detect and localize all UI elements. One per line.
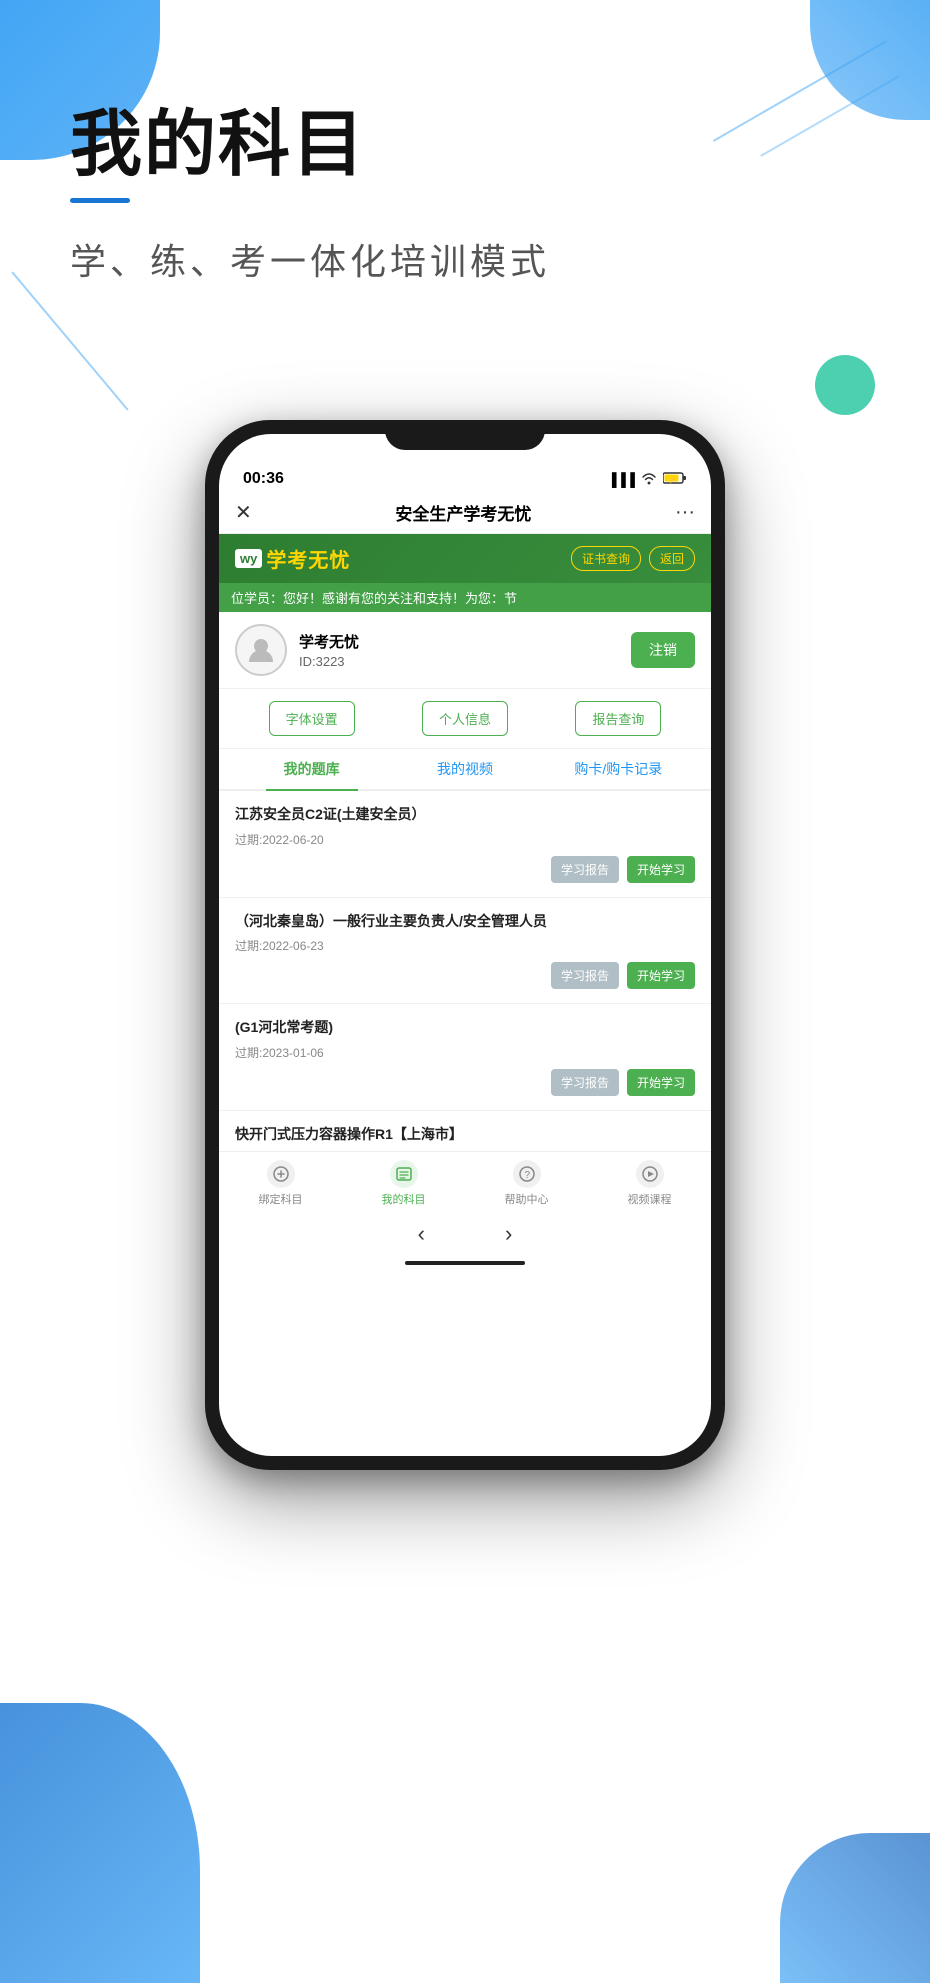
svg-text:?: ? [524, 1170, 530, 1181]
bg-shape-bottom-left [0, 1703, 200, 1983]
profile-info: 学考无忧 ID:3223 [299, 631, 359, 669]
page-subtitle: 学、练、考一体化培训模式 [70, 233, 550, 285]
phone-mockup: 00:36 ▐▐▐ [205, 420, 725, 1470]
tab-purchase[interactable]: 购卡/购卡记录 [542, 749, 695, 789]
subject-name-0: 江苏安全员C2证(土建安全员） [235, 805, 695, 825]
subject-name-2: (G1河北常考题) [235, 1018, 695, 1038]
tab-bar: 我的题库 我的视频 购卡/购卡记录 [219, 749, 711, 791]
page-header: 我的科目 学、练、考一体化培训模式 [70, 85, 550, 285]
subject-actions-2: 学习报告 开始学习 [235, 1069, 695, 1096]
report-query-button[interactable]: 报告查询 [575, 701, 661, 736]
close-icon[interactable]: ✕ [235, 500, 252, 525]
nav-label-video: 视频课程 [628, 1191, 672, 1207]
subject-expire-1: 过期:2022-06-23 [235, 937, 695, 954]
start-btn-2[interactable]: 开始学习 [627, 1069, 695, 1096]
bg-circle-green [815, 355, 875, 415]
app-bar: ✕ 安全生产学考无忧 ··· [219, 492, 711, 534]
profile-id: ID:3223 [299, 654, 359, 669]
app-bar-title: 安全生产学考无忧 [395, 500, 531, 525]
cert-query-button[interactable]: 证书查询 [571, 546, 641, 571]
font-settings-button[interactable]: 字体设置 [269, 701, 355, 736]
profile-section: 学考无忧 ID:3223 注销 [219, 612, 711, 689]
tab-my-videos[interactable]: 我的视频 [388, 749, 541, 789]
nav-label-help: 帮助中心 [505, 1191, 549, 1207]
start-btn-0[interactable]: 开始学习 [627, 856, 695, 883]
forward-arrow[interactable]: › [505, 1221, 512, 1247]
phone-notch [385, 420, 545, 450]
signal-icon: ▐▐▐ [607, 472, 635, 487]
subject-actions-0: 学习报告 开始学习 [235, 856, 695, 883]
my-subject-icon [390, 1160, 418, 1188]
bg-shape-top-right [810, 0, 930, 120]
more-icon[interactable]: ··· [675, 501, 695, 524]
report-btn-2[interactable]: 学习报告 [551, 1069, 619, 1096]
back-arrow[interactable]: ‹ [418, 1221, 425, 1247]
profile-left: 学考无忧 ID:3223 [235, 624, 359, 676]
bind-icon [267, 1160, 295, 1188]
bg-line-left [11, 271, 128, 410]
svg-text:⚡: ⚡ [668, 475, 677, 484]
subject-item-3: 快开门式压力容器操作R1【上海市】 过期:2022-09-11 学习报告 开始学… [219, 1111, 711, 1151]
video-icon [636, 1160, 664, 1188]
start-btn-1[interactable]: 开始学习 [627, 962, 695, 989]
phone-outer: 00:36 ▐▐▐ [205, 420, 725, 1470]
wifi-icon [641, 471, 657, 488]
brand-logo: wy 学考无忧 [235, 544, 350, 573]
subject-expire-0: 过期:2022-06-20 [235, 831, 695, 848]
nav-item-help[interactable]: ? 帮助中心 [505, 1160, 549, 1207]
subject-item-0: 江苏安全员C2证(土建安全员） 过期:2022-06-20 学习报告 开始学习 [219, 791, 711, 898]
bottom-nav: 绑定科目 我的科目 ? [219, 1151, 711, 1213]
bg-shape-bottom-right [780, 1833, 930, 1983]
phone-nav-arrows: ‹ › [219, 1213, 711, 1255]
subject-expire-2: 过期:2023-01-06 [235, 1044, 695, 1061]
nav-item-bind[interactable]: 绑定科目 [259, 1160, 303, 1207]
subject-name-1: （河北秦皇岛）一般行业主要负责人/安全管理人员 [235, 912, 695, 932]
status-icons: ▐▐▐ ⚡ [607, 471, 687, 488]
brand-name: 学考无忧 [266, 544, 350, 573]
ticker-bar: 位学员：您好！感谢有您的关注和支持！为您：节 [219, 583, 711, 612]
report-btn-1[interactable]: 学习报告 [551, 962, 619, 989]
help-icon: ? [513, 1160, 541, 1188]
banner-buttons: 证书查询 返回 [571, 546, 695, 571]
page-title: 我的科目 [70, 85, 550, 190]
back-button[interactable]: 返回 [649, 546, 695, 571]
status-time: 00:36 [243, 470, 284, 488]
personal-info-button[interactable]: 个人信息 [422, 701, 508, 736]
logout-button[interactable]: 注销 [631, 632, 695, 668]
phone-screen: 00:36 ▐▐▐ [219, 434, 711, 1456]
action-buttons: 字体设置 个人信息 报告查询 [219, 689, 711, 749]
green-banner: wy 学考无忧 证书查询 返回 [219, 534, 711, 583]
nav-label-my-subject: 我的科目 [382, 1191, 426, 1207]
subject-item-2: (G1河北常考题) 过期:2023-01-06 学习报告 开始学习 [219, 1004, 711, 1111]
nav-item-my-subject[interactable]: 我的科目 [382, 1160, 426, 1207]
subject-item-1: （河北秦皇岛）一般行业主要负责人/安全管理人员 过期:2022-06-23 学习… [219, 898, 711, 1005]
title-underline [70, 198, 130, 203]
home-indicator [405, 1261, 525, 1265]
tab-my-questions[interactable]: 我的题库 [235, 749, 388, 789]
nav-item-video[interactable]: 视频课程 [628, 1160, 672, 1207]
subject-list: 江苏安全员C2证(土建安全员） 过期:2022-06-20 学习报告 开始学习 … [219, 791, 711, 1151]
home-bar [219, 1255, 711, 1273]
nav-label-bind: 绑定科目 [259, 1191, 303, 1207]
avatar [235, 624, 287, 676]
report-btn-0[interactable]: 学习报告 [551, 856, 619, 883]
battery-icon: ⚡ [663, 471, 687, 488]
profile-name: 学考无忧 [299, 631, 359, 652]
brand-wy: wy [235, 549, 262, 568]
subject-actions-1: 学习报告 开始学习 [235, 962, 695, 989]
subject-name-3: 快开门式压力容器操作R1【上海市】 [235, 1125, 695, 1145]
ticker-text: 位学员：您好！感谢有您的关注和支持！为您：节 [231, 591, 517, 606]
